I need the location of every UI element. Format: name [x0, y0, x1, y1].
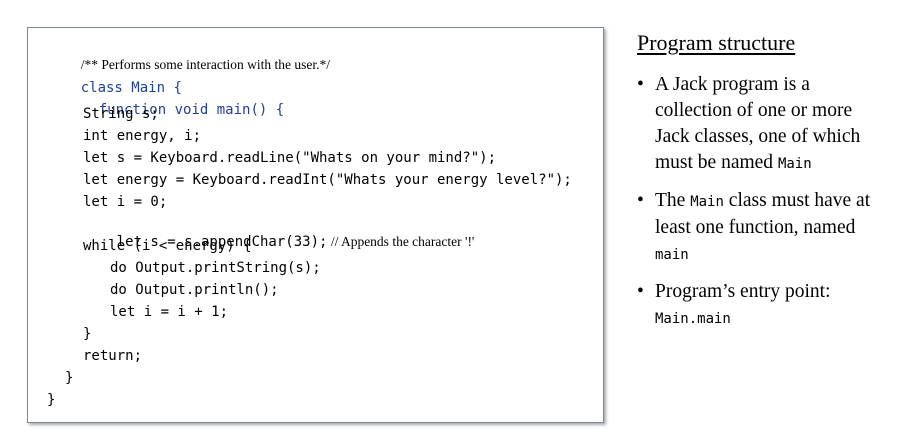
code-line: do Output.printString(s);: [110, 260, 321, 276]
bullet-code: Main: [690, 194, 724, 210]
code-line: do Output.println();: [110, 282, 279, 298]
bullet-text: Program’s entry point:: [655, 281, 831, 302]
code-line: }: [65, 370, 74, 386]
code-line: }: [47, 392, 56, 408]
bullet-icon: •: [637, 190, 644, 211]
bullet-code: Main.main: [655, 311, 731, 327]
code-line: int energy, i;: [83, 128, 202, 144]
code-line: let i = 0;: [83, 194, 168, 210]
code-line: String s;: [83, 106, 159, 122]
bullet-text: A Jack program is a collection of one or…: [655, 74, 861, 173]
bullet-item: • Program’s entry point: Main.main: [633, 279, 888, 332]
code-line: let energy = Keyboard.readInt("Whats you…: [83, 172, 572, 188]
section-title: Program structure: [637, 30, 796, 55]
bullet-icon: •: [637, 281, 644, 302]
code-line: return;: [83, 348, 143, 364]
bullet-item: • A Jack program is a collection of one …: [633, 72, 888, 177]
code-listing-box: /** Performs some interaction with the u…: [27, 27, 604, 423]
code-line: class Main {: [47, 61, 182, 96]
code-line: }: [83, 326, 92, 342]
code-text: void main() {: [166, 102, 285, 118]
bullet-text: The: [655, 190, 691, 211]
code-comment: // Appends the character '!': [327, 234, 475, 249]
bullet-item: • The Main class must have at least one …: [633, 188, 888, 268]
code-line: function void main() {: [65, 83, 284, 118]
code-line: /** Performs some interaction with the u…: [47, 38, 330, 72]
code-line: let s = s.appendChar(33); // Appends the…: [83, 215, 475, 250]
code-line: while (i < energy) {: [83, 238, 252, 254]
code-line: let i = i + 1;: [110, 304, 229, 320]
bullet-icon: •: [637, 74, 644, 95]
bullet-list: • A Jack program is a collection of one …: [633, 72, 888, 343]
bullet-code: Main: [777, 156, 812, 172]
bullet-code: main: [655, 247, 689, 263]
code-line: let s = Keyboard.readLine("Whats on your…: [83, 150, 497, 166]
